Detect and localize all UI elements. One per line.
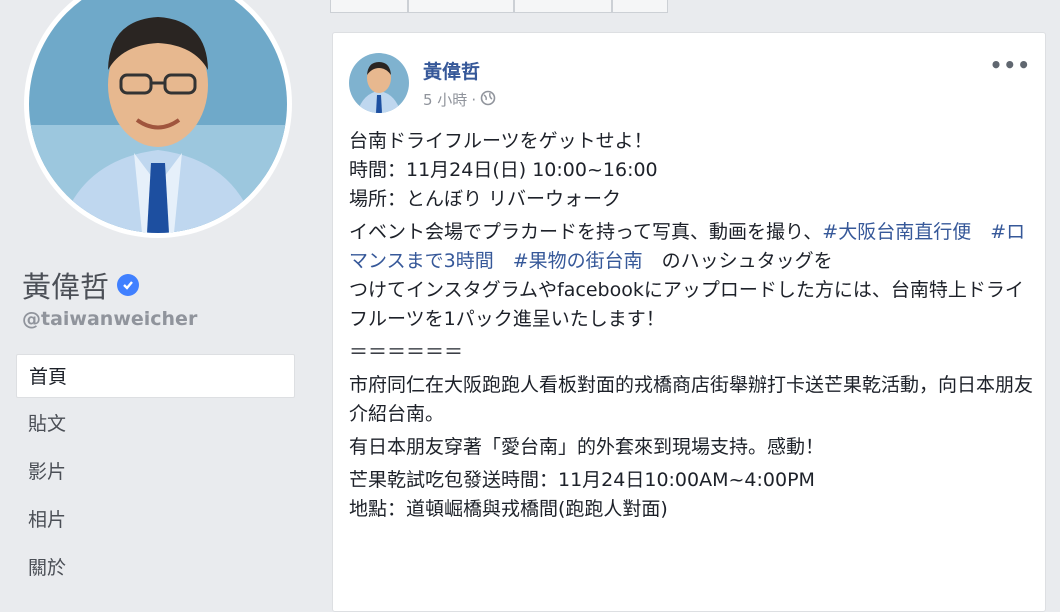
post-line-time: 時間：11月24日(日) 10:00~16:00 — [349, 159, 658, 181]
post-avatar-image — [349, 53, 409, 113]
post-line-sample-time: 芒果乾試吃包發送時間：11月24日10:00AM~4:00PM — [349, 469, 815, 491]
post-line-upload: つけてインスタグラムやfacebookにアップロードした方には、台南特上ドライフ… — [349, 279, 1024, 330]
nav-item-videos[interactable]: 影片 — [16, 450, 295, 494]
post-author-name[interactable]: 黃偉哲 — [423, 57, 480, 84]
top-button-3[interactable] — [514, 0, 612, 13]
post-line-instructions: イベント会場でプラカードを持って写真、動画を撮り、 — [349, 221, 823, 243]
globe-icon[interactable] — [480, 90, 496, 110]
top-button-1[interactable] — [330, 0, 408, 13]
post-line-hashtag-suffix: のハッシュタッグを — [661, 250, 833, 272]
verified-badge-icon — [117, 274, 140, 296]
nav-item-posts[interactable]: 貼文 — [16, 402, 295, 446]
nav-item-home[interactable]: 首頁 — [16, 354, 295, 398]
meta-separator: · — [471, 90, 477, 109]
profile-photo[interactable] — [24, 0, 292, 238]
post-body: 台南ドライフルーツをゲットせよ！ 時間：11月24日(日) 10:00~16:0… — [349, 127, 1035, 524]
profile-name[interactable]: 黃偉哲 — [22, 264, 140, 306]
post-options-button[interactable]: ••• — [990, 53, 1031, 77]
post-timestamp[interactable]: 5 小時 — [423, 89, 467, 110]
post-line-title: 台南ドライフルーツをゲットせよ！ — [349, 130, 653, 152]
nav-item-photos[interactable]: 相片 — [16, 498, 295, 542]
profile-handle[interactable]: @taiwanweicher — [22, 308, 197, 330]
post-line-divider: ＝＝＝＝＝＝ — [349, 341, 464, 363]
hashtag-link[interactable]: #大阪台南直行便 — [822, 221, 971, 243]
profile-name-text[interactable]: 黃偉哲 — [22, 264, 109, 306]
profile-nav: 首頁 貼文 影片 相片 關於 — [16, 354, 295, 594]
post-line-chinese-2: 有日本朋友穿著「愛台南」的外套來到現場支持。感動！ — [349, 436, 825, 458]
post-card: 黃偉哲 5 小時 · ••• 台南ドライフルーツをゲットせよ！ 時間：11月24… — [332, 32, 1046, 612]
top-button-2[interactable] — [408, 0, 514, 13]
profile-photo-image — [29, 0, 287, 233]
hashtag-link[interactable]: #果物の街台南 — [513, 250, 643, 272]
profile-column: 黃偉哲 @taiwanweicher 首頁 貼文 影片 相片 關於 — [0, 0, 312, 596]
post-line-place: 場所：とんぼり リバーウォーク — [349, 188, 622, 210]
nav-item-about[interactable]: 關於 — [16, 546, 295, 590]
top-action-buttons — [330, 0, 668, 14]
post-line-chinese-1: 市府同仁在大阪跑跑人看板對面的戎橋商店街舉辦打卡送芒果乾活動，向日本朋友介紹台南… — [349, 374, 1034, 425]
post-meta: 5 小時 · — [423, 89, 496, 110]
post-line-location: 地點：道頓崛橋與戎橋間(跑跑人對面) — [349, 498, 668, 520]
top-button-4[interactable] — [612, 0, 668, 13]
post-author-avatar[interactable] — [349, 53, 409, 113]
